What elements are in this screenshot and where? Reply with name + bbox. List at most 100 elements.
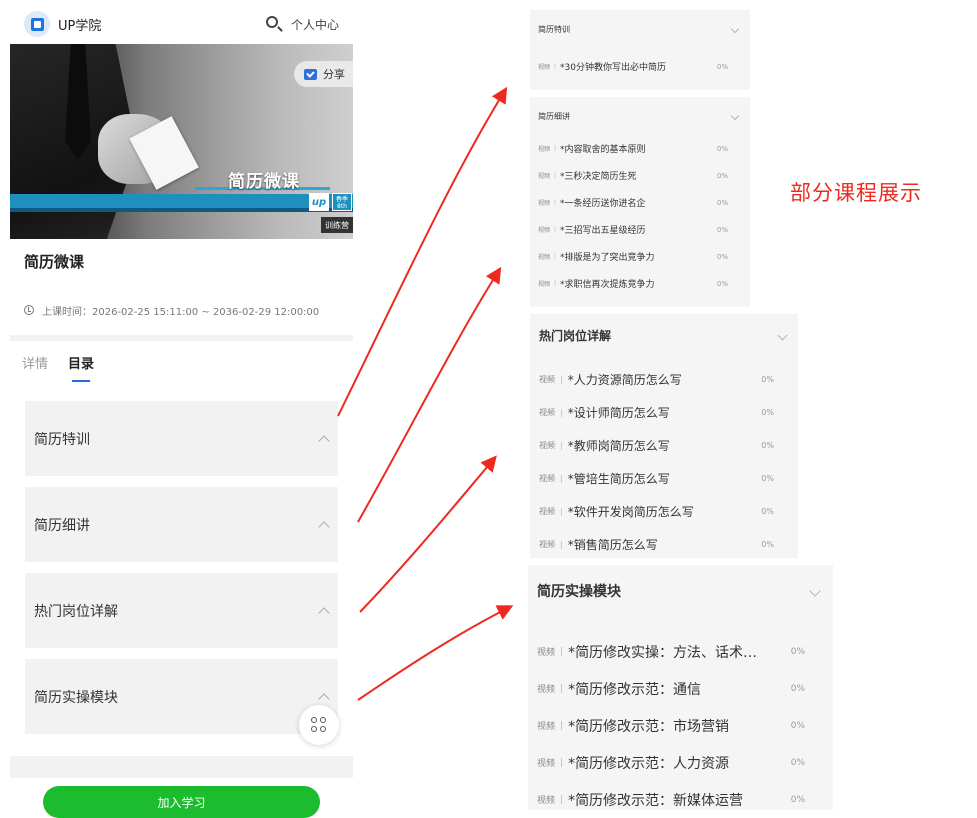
lesson-progress: 0% xyxy=(716,279,728,288)
lesson-row[interactable]: 视频 | *简历修改示范：新媒体运营 0% xyxy=(528,781,833,818)
lesson-list: 视频 | *人力资源简历怎么写 0% 视频 | *设计师简历怎么写 0% 视频 | *教师岗简历怎么… xyxy=(530,356,798,561)
bottom-spacer xyxy=(10,756,353,778)
lesson-title: *三招写出五星级经历 xyxy=(560,226,646,236)
lesson-progress: 0% xyxy=(761,408,774,417)
lesson-title: *内容取舍的基本原则 xyxy=(560,145,646,155)
lesson-row[interactable]: 视频 | *30分钟教你写出必中简历 0% xyxy=(530,53,750,80)
video-tag: 视频 xyxy=(537,722,556,732)
panel-resume-details: 简历细讲 视频 | *内容取舍的基本原则 0% 视频 | *三秒决定简历生死 0% 视频 | *一条… xyxy=(530,97,750,307)
panel-header[interactable]: 简历细讲 xyxy=(530,97,750,135)
separator: | xyxy=(560,757,564,768)
banner-title: 简历微课 xyxy=(228,172,300,192)
personal-center-link[interactable]: 个人中心 xyxy=(291,16,339,33)
catalog-item-resume-details[interactable]: 简历细讲 xyxy=(25,487,338,562)
lesson-row[interactable]: 视频 | *简历修改示范：人力资源 0% xyxy=(528,744,833,781)
catalog-item-resume-training[interactable]: 简历特训 xyxy=(25,401,338,476)
banner-stripe-dark xyxy=(10,208,353,212)
lesson-list: 视频 | *简历修改实操：方法、话术… 0% 视频 | *简历修改示范：通信 0% 视频 | *简历… xyxy=(528,617,833,818)
lesson-progress: 0% xyxy=(761,474,774,483)
lesson-row[interactable]: 视频 | *三秒决定简历生死 0% xyxy=(530,162,750,189)
lesson-title: *简历修改示范：通信 xyxy=(568,681,702,698)
lesson-title: *一条经历送你进名企 xyxy=(560,199,646,209)
arrow-2 xyxy=(357,266,502,523)
lesson-title: *简历修改实操：方法、话术… xyxy=(568,644,758,661)
panel-header[interactable]: 简历特训 xyxy=(530,10,750,48)
lesson-title: *销售简历怎么写 xyxy=(567,538,658,552)
tab-bar: 详情 目录 xyxy=(10,341,353,383)
panel-header[interactable]: 简历实操模块 xyxy=(528,565,833,617)
lesson-row[interactable]: 视频 | *求职信再次提炼竞争力 0% xyxy=(530,270,750,297)
separator: | xyxy=(554,280,557,287)
banner-stripe xyxy=(10,194,353,208)
course-banner: 分享 简历微课 up 春季 8th 训练营 xyxy=(10,44,353,239)
video-tag: 视频 xyxy=(539,375,555,384)
arrow-3 xyxy=(359,455,497,613)
lesson-row[interactable]: 视频 | *一条经历送你进名企 0% xyxy=(530,189,750,216)
tab-catalog[interactable]: 目录 xyxy=(68,353,94,382)
arrow-4 xyxy=(357,605,514,701)
separator: | xyxy=(560,540,563,549)
panel-header[interactable]: 热门岗位详解 xyxy=(530,314,798,356)
lesson-progress: 0% xyxy=(716,198,728,207)
panel-title: 简历特训 xyxy=(538,24,570,34)
chevron-up-icon xyxy=(318,520,330,533)
panel-hot-positions: 热门岗位详解 视频 | *人力资源简历怎么写 0% 视频 | *设计师简历怎么写 0% 视频 | *… xyxy=(530,314,798,558)
app-name: UP学院 xyxy=(58,18,102,34)
share-button[interactable]: 分享 xyxy=(294,61,353,87)
lesson-row[interactable]: 视频 | *销售简历怎么写 0% xyxy=(530,528,798,561)
caption-partial-courses: 部分课程展示 xyxy=(790,181,922,205)
lesson-title: *软件开发岗简历怎么写 xyxy=(567,505,694,519)
separator: | xyxy=(560,646,564,657)
separator: | xyxy=(554,145,557,152)
video-tag: 视频 xyxy=(539,540,555,549)
chevron-down-icon xyxy=(777,330,788,340)
lesson-progress: 0% xyxy=(716,225,728,234)
lesson-list: 视频 | *30分钟教你写出必中简历 0% xyxy=(530,48,750,80)
video-tag: 视频 xyxy=(537,796,556,806)
lesson-row[interactable]: 视频 | *设计师简历怎么写 0% xyxy=(530,396,798,429)
join-study-button[interactable]: 加入学习 xyxy=(43,786,320,818)
video-tag: 视频 xyxy=(538,254,551,261)
lesson-row[interactable]: 视频 | *人力资源简历怎么写 0% xyxy=(530,363,798,396)
lesson-row[interactable]: 视频 | *三招写出五星级经历 0% xyxy=(530,216,750,243)
mobile-screen: UP学院 个人中心 分享 简历微课 up 春季 8th 训练营 简历微课 上课时… xyxy=(10,4,353,818)
lesson-progress: 0% xyxy=(716,171,728,180)
lesson-title: *教师岗简历怎么写 xyxy=(567,439,670,453)
separator: | xyxy=(554,253,557,260)
video-tag: 视频 xyxy=(538,64,551,71)
lesson-progress: 0% xyxy=(716,252,728,261)
lesson-row[interactable]: 视频 | *管培生简历怎么写 0% xyxy=(530,462,798,495)
lesson-progress: 0% xyxy=(790,794,805,805)
lesson-row[interactable]: 视频 | *教师岗简历怎么写 0% xyxy=(530,429,798,462)
video-tag: 视频 xyxy=(538,146,551,153)
lesson-row[interactable]: 视频 | *简历修改示范：市场营销 0% xyxy=(528,707,833,744)
lesson-progress: 0% xyxy=(790,646,805,657)
chevron-down-icon xyxy=(730,111,740,121)
lesson-title: *设计师简历怎么写 xyxy=(567,406,670,420)
lesson-row[interactable]: 视频 | *内容取舍的基本原则 0% xyxy=(530,135,750,162)
catalog-item-hot-positions[interactable]: 热门岗位详解 xyxy=(25,573,338,648)
lesson-title: *三秒决定简历生死 xyxy=(560,172,637,182)
video-tag: 视频 xyxy=(537,685,556,695)
lesson-row[interactable]: 视频 | *简历修改示范：通信 0% xyxy=(528,670,833,707)
search-icon[interactable] xyxy=(265,15,283,33)
lesson-row[interactable]: 视频 | *简历修改实操：方法、话术… 0% xyxy=(528,633,833,670)
lesson-progress: 0% xyxy=(761,375,774,384)
lesson-title: *简历修改示范：人力资源 xyxy=(568,755,730,772)
catalog-item-label: 简历特训 xyxy=(34,431,90,448)
lesson-progress: 0% xyxy=(790,720,805,731)
course-title: 简历微课 xyxy=(24,253,85,271)
lesson-progress: 0% xyxy=(790,683,805,694)
lesson-row[interactable]: 视频 | *排版是为了突出竞争力 0% xyxy=(530,243,750,270)
separator: | xyxy=(554,63,557,70)
lesson-row[interactable]: 视频 | *软件开发岗简历怎么写 0% xyxy=(530,495,798,528)
tab-details[interactable]: 详情 xyxy=(22,353,48,372)
catalog-item-label: 简历实操模块 xyxy=(34,689,118,706)
panel-title: 简历实操模块 xyxy=(537,584,621,600)
separator: | xyxy=(560,408,563,417)
lesson-title: *人力资源简历怎么写 xyxy=(567,373,682,387)
lesson-progress: 0% xyxy=(761,507,774,516)
separator: | xyxy=(560,375,563,384)
catalog-item-resume-practice[interactable]: 简历实操模块 xyxy=(25,659,338,734)
floating-menu-button[interactable] xyxy=(299,705,339,745)
